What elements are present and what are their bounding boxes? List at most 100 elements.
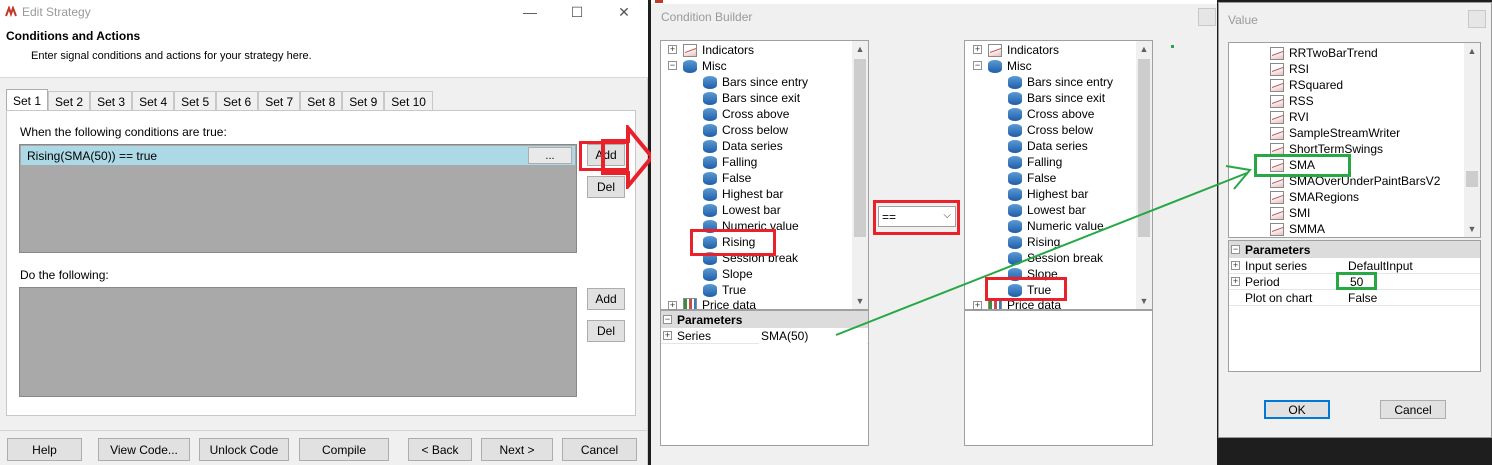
unlock-code-button[interactable]: Unlock Code bbox=[199, 438, 289, 461]
expand-input-series-icon[interactable]: + bbox=[1231, 261, 1240, 270]
param-value[interactable]: False bbox=[1348, 291, 1377, 305]
expand-indicators-icon[interactable]: + bbox=[668, 45, 677, 54]
edit-strategy-titlebar: Edit Strategy — ☐ ✕ bbox=[0, 0, 648, 26]
list-item[interactable]: Data series bbox=[703, 138, 783, 154]
expand-price-data-icon[interactable]: + bbox=[668, 301, 677, 310]
list-item[interactable]: RSI bbox=[1270, 61, 1309, 77]
database-icon bbox=[1008, 75, 1022, 89]
list-item[interactable]: Slope bbox=[703, 266, 753, 282]
tab-set-7[interactable]: Set 7 bbox=[258, 91, 301, 111]
tab-set-8[interactable]: Set 8 bbox=[300, 91, 343, 111]
param-name: Series bbox=[677, 328, 712, 343]
cancel-button[interactable]: Cancel bbox=[562, 438, 637, 461]
collapse-parameters-icon[interactable]: − bbox=[1231, 245, 1240, 254]
expand-indicators-icon[interactable]: + bbox=[973, 45, 982, 54]
next-button[interactable]: Next > bbox=[481, 438, 553, 461]
value-window-close-button[interactable] bbox=[1468, 10, 1486, 28]
list-item[interactable]: RVI bbox=[1270, 109, 1309, 125]
scroll-thumb[interactable] bbox=[1466, 171, 1478, 187]
scroll-up-icon[interactable]: ▲ bbox=[1464, 43, 1480, 59]
scroll-up-icon[interactable]: ▲ bbox=[1136, 41, 1152, 57]
back-button[interactable]: < Back bbox=[408, 438, 472, 461]
param-value[interactable]: SMA(50) bbox=[759, 327, 867, 344]
tree-indicators[interactable]: Indicators bbox=[683, 42, 754, 58]
tab-set-6[interactable]: Set 6 bbox=[216, 91, 259, 111]
list-item[interactable]: Bars since exit bbox=[1008, 90, 1105, 106]
list-item[interactable]: Lowest bar bbox=[703, 202, 781, 218]
collapse-misc-icon[interactable]: − bbox=[973, 61, 982, 70]
param-row-series[interactable]: Series SMA(50) bbox=[661, 327, 868, 344]
tree-misc[interactable]: Misc bbox=[988, 58, 1032, 74]
window-title: Edit Strategy bbox=[22, 5, 91, 19]
edit-condition-button[interactable]: ... bbox=[528, 147, 572, 164]
tab-set-4[interactable]: Set 4 bbox=[132, 91, 175, 111]
right-tree-scrollbar[interactable]: ▲ ▼ bbox=[1136, 41, 1152, 309]
collapse-misc-icon[interactable]: − bbox=[668, 61, 677, 70]
delete-action-button[interactable]: Del bbox=[587, 320, 625, 342]
list-item[interactable]: SMMA bbox=[1270, 221, 1325, 237]
list-item[interactable]: Data series bbox=[1008, 138, 1088, 154]
scroll-down-icon[interactable]: ▼ bbox=[1136, 293, 1152, 309]
tree-indicators-label: Indicators bbox=[702, 43, 755, 57]
list-item[interactable]: RSS bbox=[1270, 93, 1314, 109]
list-item[interactable]: Bars since entry bbox=[703, 74, 808, 90]
value-list-scrollbar[interactable]: ▲ ▼ bbox=[1464, 43, 1480, 237]
compile-button[interactable]: Compile bbox=[299, 438, 389, 461]
list-item[interactable]: Rising bbox=[1008, 234, 1060, 250]
list-item[interactable]: Bars since entry bbox=[1008, 74, 1113, 90]
tab-set-10[interactable]: Set 10 bbox=[384, 91, 433, 111]
list-item[interactable]: Cross below bbox=[1008, 122, 1093, 138]
list-item[interactable]: Highest bar bbox=[703, 186, 783, 202]
param-value[interactable]: DefaultInput bbox=[1348, 259, 1413, 273]
minimize-icon[interactable]: — bbox=[518, 2, 542, 22]
maximize-icon[interactable]: ☐ bbox=[565, 2, 589, 22]
scroll-thumb[interactable] bbox=[854, 59, 866, 237]
param-row-plot-on-chart[interactable]: Plot on chart False bbox=[1229, 290, 1480, 306]
expand-period-icon[interactable]: + bbox=[1231, 277, 1240, 286]
view-code-button[interactable]: View Code... bbox=[98, 438, 190, 461]
list-item[interactable]: Cross above bbox=[1008, 106, 1094, 122]
tab-set-9[interactable]: Set 9 bbox=[342, 91, 385, 111]
tab-set-1[interactable]: Set 1 bbox=[6, 89, 49, 111]
condition-row-text: Rising(SMA(50)) == true bbox=[27, 149, 158, 163]
left-tree-scrollbar[interactable]: ▲ ▼ bbox=[852, 41, 868, 309]
list-item[interactable]: False bbox=[1008, 170, 1056, 186]
expand-price-data-icon[interactable]: + bbox=[973, 301, 982, 310]
collapse-parameters-icon[interactable]: − bbox=[663, 315, 672, 324]
list-item[interactable]: SMI bbox=[1270, 205, 1310, 221]
condition-builder-close-button[interactable] bbox=[1198, 8, 1216, 26]
tab-set-2[interactable]: Set 2 bbox=[48, 91, 91, 111]
list-item[interactable]: Falling bbox=[1008, 154, 1062, 170]
value-cancel-button[interactable]: Cancel bbox=[1380, 400, 1446, 419]
list-item[interactable]: False bbox=[703, 170, 751, 186]
scroll-up-icon[interactable]: ▲ bbox=[852, 41, 868, 57]
list-item[interactable]: Falling bbox=[703, 154, 757, 170]
help-button[interactable]: Help bbox=[7, 438, 82, 461]
list-item[interactable]: Session break bbox=[1008, 250, 1103, 266]
list-item[interactable]: Cross above bbox=[703, 106, 789, 122]
list-item[interactable]: Cross below bbox=[703, 122, 788, 138]
list-item[interactable]: SampleStreamWriter bbox=[1270, 125, 1400, 141]
list-item[interactable]: Lowest bar bbox=[1008, 202, 1086, 218]
ok-button[interactable]: OK bbox=[1264, 400, 1330, 419]
list-item[interactable]: RRTwoBarTrend bbox=[1270, 45, 1378, 61]
expand-series-icon[interactable]: + bbox=[663, 331, 672, 340]
add-action-button[interactable]: Add bbox=[587, 288, 625, 310]
list-item[interactable]: SMARegions bbox=[1270, 189, 1359, 205]
scroll-thumb[interactable] bbox=[1138, 59, 1150, 237]
close-icon[interactable]: ✕ bbox=[612, 2, 636, 22]
tab-set-3[interactable]: Set 3 bbox=[90, 91, 133, 111]
actions-list[interactable] bbox=[19, 287, 577, 397]
list-item[interactable]: Bars since exit bbox=[703, 90, 800, 106]
tab-set-5[interactable]: Set 5 bbox=[174, 91, 217, 111]
tree-indicators[interactable]: Indicators bbox=[988, 42, 1059, 58]
tree-misc[interactable]: Misc bbox=[683, 58, 727, 74]
tree-price-data[interactable]: Price data bbox=[683, 298, 756, 309]
list-item[interactable]: Highest bar bbox=[1008, 186, 1088, 202]
list-item[interactable]: RSquared bbox=[1270, 77, 1343, 93]
list-item[interactable]: Numeric value bbox=[1008, 218, 1104, 234]
list-item[interactable]: True bbox=[703, 282, 746, 298]
database-icon bbox=[1008, 155, 1022, 169]
scroll-down-icon[interactable]: ▼ bbox=[852, 293, 868, 309]
scroll-down-icon[interactable]: ▼ bbox=[1464, 221, 1480, 237]
